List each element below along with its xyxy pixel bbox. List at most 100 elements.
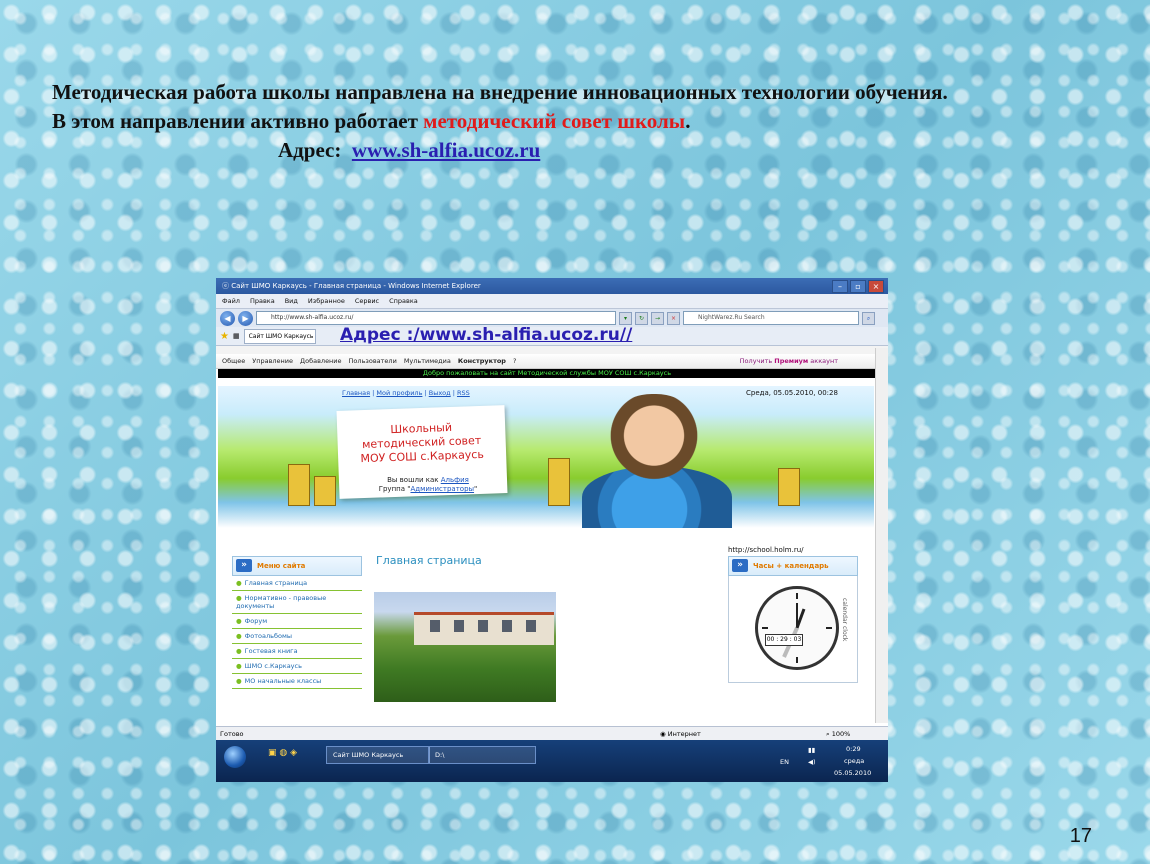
group-link[interactable]: Администраторы	[410, 485, 474, 493]
search-icon[interactable]: ⌕	[862, 311, 875, 325]
nav-rss[interactable]: RSS	[457, 389, 470, 397]
menu-item-photos[interactable]: ● Фотоальбомы	[232, 629, 362, 644]
menu-item-label: ШМО с.Каркаусь	[244, 662, 302, 670]
status-zoom[interactable]: ⌕ 100%	[826, 727, 850, 741]
menu-item-label: Форум	[244, 617, 268, 625]
menu-item-label: Фотоальбомы	[244, 632, 292, 640]
volume-icon[interactable]: ◀)	[808, 758, 816, 766]
refresh-icon[interactable]: ↻	[635, 311, 648, 325]
tray-time[interactable]: 0:29	[846, 745, 861, 753]
nav-home[interactable]: Главная	[342, 389, 370, 397]
search-input[interactable]: NightWarez.Ru Search	[683, 311, 859, 325]
school-photo	[374, 592, 556, 702]
menu-item-shmo[interactable]: ● ШМО с.Каркаусь	[232, 659, 362, 674]
menu-item-guestbook[interactable]: ● Гостевая книга	[232, 644, 362, 659]
ucoz-constructor[interactable]: Конструктор	[458, 354, 506, 368]
close-icon[interactable]: ×	[868, 280, 884, 293]
nav-profile[interactable]: Мой профиль	[376, 389, 422, 397]
url-text: http://www.sh-alfia.ucoz.ru/	[271, 314, 354, 321]
slide-line-2: В этом направлении активно работает мето…	[52, 107, 948, 136]
tab-grid-icon[interactable]: ▦	[233, 332, 240, 340]
ucoz-multimedia[interactable]: Мультимедиа	[404, 354, 451, 368]
slide-line-1: Методическая работа школы направлена на …	[52, 80, 948, 104]
ucoz-add[interactable]: Добавление	[300, 354, 342, 368]
menu-item-home[interactable]: ● Главная страница	[232, 576, 362, 591]
browser-tab[interactable]: Сайт ШМО Каркаусь	[243, 328, 316, 344]
photo-window	[526, 620, 536, 632]
ie-icon: ⓔ	[222, 282, 232, 290]
photo-window	[502, 620, 512, 632]
zoom-text: 100%	[831, 730, 851, 738]
bullet-icon: ●	[236, 662, 242, 670]
search-placeholder: NightWarez.Ru Search	[698, 314, 765, 321]
favorites-star-icon[interactable]: ★	[220, 331, 229, 342]
methodical-council-highlight: методический совет школы	[423, 109, 686, 133]
url-input[interactable]: http://www.sh-alfia.ucoz.ru/	[256, 311, 616, 325]
site-main: » Меню сайта ● Главная страница ● Нормативн…	[218, 544, 874, 721]
menu-item-forum[interactable]: ● Форум	[232, 614, 362, 629]
site-content: Главная | Мой профиль | Выход | RSS Сред…	[218, 386, 874, 721]
address-link[interactable]: www.sh-alfia.ucoz.ru	[352, 138, 540, 162]
menu-edit[interactable]: Правка	[250, 294, 275, 308]
go-icon[interactable]: →	[651, 311, 664, 325]
taskbar-item-label: Сайт ШМО Каркаусь	[333, 751, 404, 759]
back-arrow-icon[interactable]: ◀	[220, 310, 235, 326]
ucoz-help[interactable]: ?	[513, 354, 516, 368]
menu-help[interactable]: Справка	[389, 294, 418, 308]
dropdown-icon[interactable]: ▾	[619, 311, 632, 325]
login-user-link[interactable]: Альфия	[441, 476, 469, 484]
windows-taskbar: ▣ ◍ ◈ Сайт ШМО Каркаусь D:\ EN ▮▮ ◀) 0:2…	[216, 740, 888, 782]
slide-line-2-end: .	[685, 109, 691, 133]
right-url[interactable]: http://school.holm.ru/	[728, 546, 804, 554]
drawn-building	[778, 468, 800, 506]
status-ready: Готово	[220, 730, 244, 738]
address-label: Адрес:	[278, 138, 342, 162]
menu-view[interactable]: Вид	[285, 294, 298, 308]
nav-logout[interactable]: Выход	[429, 389, 451, 397]
menu-file[interactable]: Файл	[222, 294, 240, 308]
stop-icon[interactable]: ×	[667, 311, 680, 325]
main-title: Главная страница	[376, 554, 482, 567]
tray-day: среда	[844, 757, 865, 765]
lang-indicator[interactable]: EN	[780, 758, 789, 766]
address-overlay[interactable]: Адрес :/www.sh-alfia.ucoz.ru//	[340, 325, 632, 345]
menu-favorites[interactable]: Избранное	[308, 294, 345, 308]
bullet-icon: ●	[236, 579, 242, 587]
clock-side-label: calendar clock	[841, 598, 848, 642]
slide-text: Методическая работа школы направлена на …	[52, 78, 948, 165]
menu-item-documents[interactable]: ● Нормативно - правовые документы	[232, 591, 362, 614]
start-button[interactable]	[224, 746, 246, 768]
menu-item-label: Главная страница	[244, 579, 308, 587]
login-line: Вы вошли как Альфия	[348, 476, 508, 485]
photo-window	[430, 620, 440, 632]
taskbar-item-ie[interactable]: Сайт ШМО Каркаусь	[326, 746, 430, 764]
bullet-icon: ●	[236, 677, 242, 685]
minimize-icon[interactable]: –	[832, 280, 848, 293]
forward-arrow-icon[interactable]: ▶	[238, 310, 253, 326]
clock-face	[755, 586, 839, 670]
quicklaunch-icon[interactable]: ▣ ◍ ◈	[268, 748, 297, 758]
drawn-building	[288, 464, 310, 506]
ucoz-management[interactable]: Управление	[252, 354, 293, 368]
window-title: Сайт ШМО Каркаусь - Главная страница - W…	[231, 282, 481, 290]
premium-link[interactable]: Получить Премиум аккаунт	[740, 354, 838, 368]
drawn-building	[314, 476, 336, 506]
browser-menubar: Файл Правка Вид Избранное Сервис Справка	[216, 294, 888, 309]
menu-title: Меню сайта	[257, 562, 306, 570]
photo-window	[478, 620, 488, 632]
taskbar-item-explorer[interactable]: D:\	[428, 746, 536, 764]
menu-item-primary[interactable]: ● МО начальные классы	[232, 674, 362, 689]
zone-text: Интернет	[667, 730, 701, 738]
tray-date: 05.05.2010	[834, 769, 872, 777]
ucoz-users[interactable]: Пользователи	[349, 354, 397, 368]
ucoz-general[interactable]: Общее	[222, 354, 245, 368]
menu-tools[interactable]: Сервис	[355, 294, 379, 308]
ucoz-panel-bar: Общее Управление Добавление Пользователи…	[216, 354, 888, 369]
widget-header: » Часы + календарь	[728, 556, 858, 576]
login-prefix: Вы вошли как	[387, 476, 441, 484]
site-date: Среда, 05.05.2010, 00:28	[746, 389, 838, 397]
maximize-icon[interactable]: ▫	[850, 280, 866, 293]
premium-prefix: Получить	[739, 357, 775, 365]
page-scrollbar[interactable]	[875, 348, 888, 723]
network-icon[interactable]: ▮▮	[808, 746, 815, 754]
